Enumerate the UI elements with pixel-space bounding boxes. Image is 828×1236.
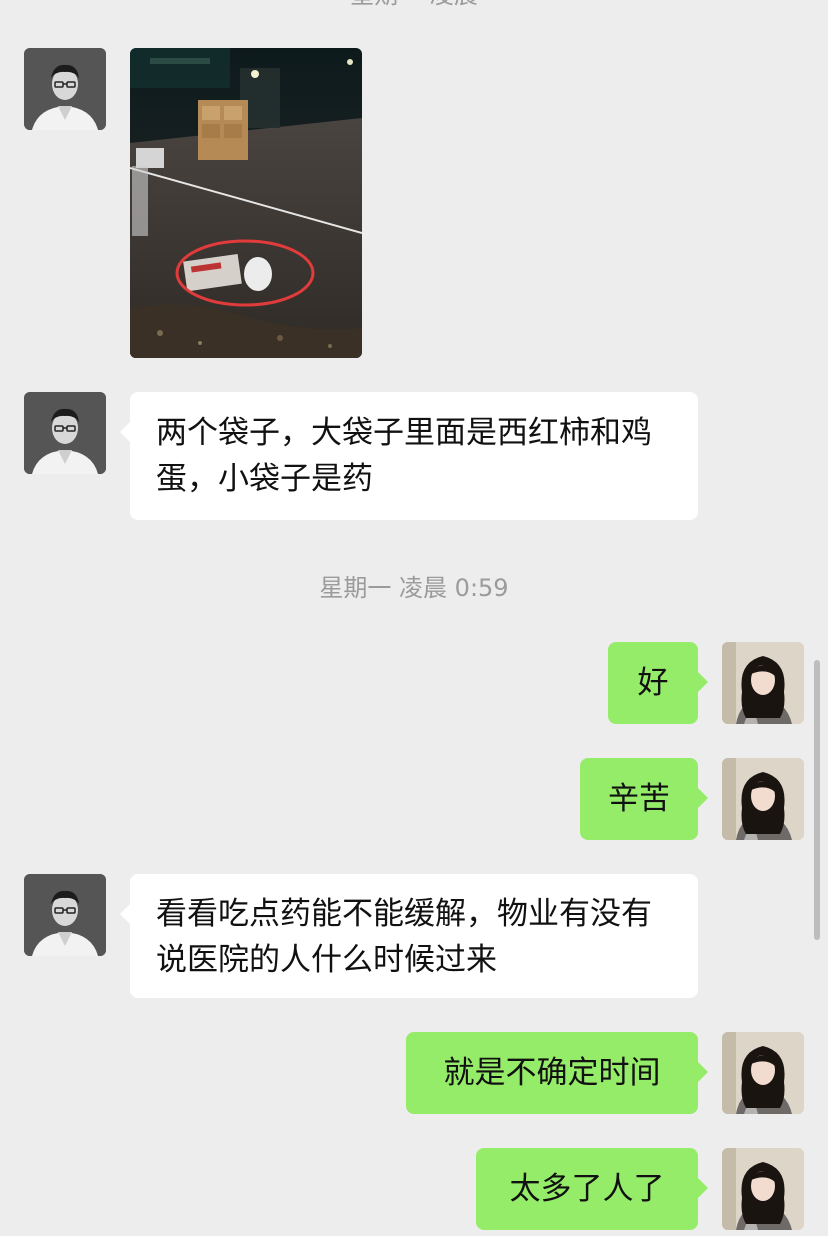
night-street-photo [130, 48, 362, 358]
woman-avatar-icon [722, 1032, 804, 1114]
top-timestamp-partial: 星期一 凌晨 [0, 0, 828, 10]
chat-scrollbar[interactable] [814, 660, 820, 940]
my-avatar[interactable] [722, 758, 804, 840]
outgoing-message-bubble[interactable]: 好 [608, 642, 708, 724]
my-avatar[interactable] [722, 1148, 804, 1230]
woman-avatar-icon [722, 758, 804, 840]
man-avatar-icon [24, 874, 106, 956]
man-avatar-icon [24, 48, 106, 130]
contact-avatar[interactable] [24, 392, 106, 474]
message-timestamp: 星期一 凌晨 0:59 [319, 574, 509, 602]
outgoing-message-bubble[interactable]: 辛苦 [580, 758, 708, 840]
my-avatar[interactable] [722, 642, 804, 724]
contact-avatar[interactable] [24, 48, 106, 130]
outgoing-message-bubble[interactable]: 太多了人了 [476, 1148, 708, 1230]
incoming-message-bubble[interactable]: 看看吃点药能不能缓解，物业有没有说医院的人什么时候过来 [120, 874, 698, 998]
woman-avatar-icon [722, 1148, 804, 1230]
outgoing-message-bubble[interactable]: 就是不确定时间 [406, 1032, 708, 1114]
man-avatar-icon [24, 392, 106, 474]
chat-image-message[interactable] [130, 48, 362, 358]
contact-avatar[interactable] [24, 874, 106, 956]
woman-avatar-icon [722, 642, 804, 724]
my-avatar[interactable] [722, 1032, 804, 1114]
incoming-message-bubble[interactable]: 两个袋子，大袋子里面是西红柿和鸡蛋，小袋子是药 [120, 392, 698, 520]
